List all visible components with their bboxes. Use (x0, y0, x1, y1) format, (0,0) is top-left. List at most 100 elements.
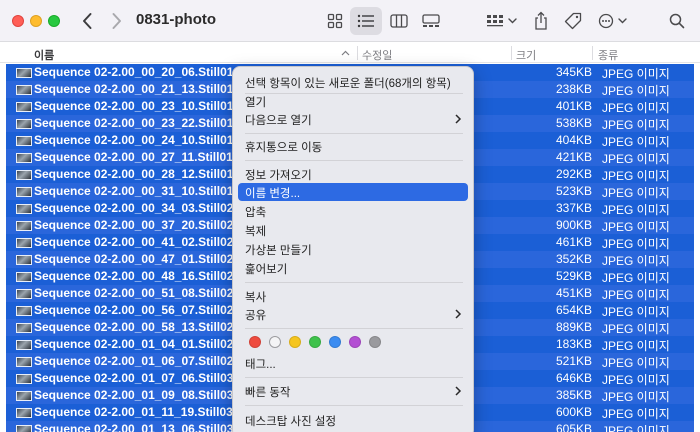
menu-item-set-desktop-picture[interactable]: 데스크탑 사진 설정 (238, 411, 468, 429)
column-date-modified[interactable]: 수정일 (362, 47, 392, 63)
file-name: Sequence 02-2.00_01_11_19.Still032.jpg (34, 405, 234, 419)
file-size: 654KB (555, 303, 592, 317)
file-kind: JPEG 이미지 (602, 152, 670, 166)
tag-icon (564, 12, 582, 30)
column-view-icon (390, 14, 408, 28)
file-kind: JPEG 이미지 (602, 135, 670, 149)
file-size: 523KB (555, 184, 592, 198)
menu-item-duplicate[interactable]: 복제 (238, 221, 468, 239)
file-kind: JPEG 이미지 (602, 390, 670, 404)
image-thumbnail-icon (16, 85, 32, 95)
gallery-view-icon (422, 14, 440, 27)
file-name: Sequence 02-2.00_00_23_22.Still015.jpg (34, 116, 234, 130)
file-kind: JPEG 이미지 (602, 67, 670, 81)
gallery-view-button[interactable] (416, 7, 446, 35)
file-name: Sequence 02-2.00_00_21_13.Still013.jpg (34, 82, 234, 96)
column-size[interactable]: 크기 (516, 47, 536, 63)
share-button[interactable] (528, 7, 554, 35)
back-chevron-icon (83, 13, 92, 29)
file-name: Sequence 02-2.00_01_07_06.Still030.jpg (34, 371, 234, 385)
image-thumbnail-icon (16, 289, 32, 299)
file-kind: JPEG 이미지 (602, 424, 670, 432)
minimize-window-button[interactable] (30, 15, 42, 27)
file-size: 889KB (555, 320, 592, 334)
image-thumbnail-icon (16, 425, 32, 432)
file-kind: JPEG 이미지 (602, 118, 670, 132)
file-size: 337KB (555, 201, 592, 215)
menu-item-copy[interactable]: 복사 (238, 287, 468, 305)
group-by-button[interactable] (484, 7, 520, 35)
zoom-window-button[interactable] (48, 15, 60, 27)
file-name: Sequence 02-2.00_01_13_06.Still033.jpg (34, 422, 234, 432)
tag-color-dot[interactable] (329, 336, 341, 348)
file-name: Sequence 02-2.00_00_28_12.Still018.jpg (34, 167, 234, 181)
file-kind: JPEG 이미지 (602, 339, 670, 353)
column-view-button[interactable] (384, 7, 414, 35)
menu-item-make-alias[interactable]: 가상본 만들기 (238, 240, 468, 258)
back-button[interactable] (76, 9, 100, 33)
menu-item-new-folder-with-selection[interactable]: 선택 항목이 있는 새로운 폴더(68개의 항목) (238, 73, 468, 91)
tag-color-dot[interactable] (289, 336, 301, 348)
menu-item-get-info[interactable]: 정보 가져오기 (238, 165, 468, 183)
sort-ascending-icon (341, 50, 350, 56)
tag-color-dot[interactable] (349, 336, 361, 348)
menu-item-open[interactable]: 열기 (238, 92, 468, 110)
image-thumbnail-icon (16, 102, 32, 112)
more-actions-button[interactable] (596, 7, 632, 35)
menu-item-quick-look[interactable]: 훑어보기 (238, 259, 468, 277)
file-kind: JPEG 이미지 (602, 169, 670, 183)
menu-item-compress[interactable]: 압축 (238, 202, 468, 220)
file-size: 238KB (555, 82, 592, 96)
file-name: Sequence 02-2.00_00_51_08.Still025.jpg (34, 286, 234, 300)
file-kind: JPEG 이미지 (602, 356, 670, 370)
icon-view-button[interactable] (320, 7, 350, 35)
tag-button[interactable] (560, 7, 586, 35)
menu-item-move-to-trash[interactable]: 휴지통으로 이동 (238, 137, 468, 155)
tag-color-dot[interactable] (269, 336, 281, 348)
column-name[interactable]: 이름 (34, 47, 54, 63)
menu-item-open-with[interactable]: 다음으로 열기 (238, 110, 468, 128)
window-title: 0831-photo (136, 11, 217, 28)
tag-color-dot[interactable] (309, 336, 321, 348)
list-view-icon (357, 14, 374, 28)
submenu-chevron-icon (455, 114, 462, 124)
image-thumbnail-icon (16, 357, 32, 367)
forward-button[interactable] (104, 9, 128, 33)
file-name: Sequence 02-2.00_01_06_07.Still029.jpg (34, 354, 234, 368)
file-size: 385KB (555, 388, 592, 402)
context-menu: 선택 항목이 있는 새로운 폴더(68개의 항목) 열기 다음으로 열기 휴지통… (232, 66, 474, 432)
column-divider[interactable] (511, 46, 512, 60)
menu-item-quick-actions[interactable]: 빠른 동작 (238, 382, 468, 400)
image-thumbnail-icon (16, 238, 32, 248)
file-size: 900KB (555, 218, 592, 232)
menu-item-share[interactable]: 공유 (238, 305, 468, 323)
image-thumbnail-icon (16, 170, 32, 180)
file-size: 401KB (555, 99, 592, 113)
file-size: 600KB (555, 405, 592, 419)
file-name: Sequence 02-2.00_00_20_06.Still012.jpg (34, 65, 234, 79)
menu-item-tags[interactable]: 태그... (238, 354, 468, 372)
close-window-button[interactable] (12, 15, 24, 27)
tag-color-dot[interactable] (369, 336, 381, 348)
share-icon (535, 11, 547, 30)
file-kind: JPEG 이미지 (602, 186, 670, 200)
file-size: 404KB (555, 133, 592, 147)
file-kind: JPEG 이미지 (602, 373, 670, 387)
column-divider[interactable] (357, 46, 358, 60)
list-view-button[interactable] (350, 7, 382, 35)
image-thumbnail-icon (16, 153, 32, 163)
column-divider[interactable] (592, 46, 593, 60)
column-kind[interactable]: 종류 (598, 47, 618, 63)
file-size: 646KB (555, 371, 592, 385)
file-size: 421KB (555, 150, 592, 164)
menu-item-rename[interactable]: 이름 변경... (238, 183, 468, 201)
menu-separator (245, 133, 463, 134)
file-size: 605KB (555, 422, 592, 432)
file-kind: JPEG 이미지 (602, 101, 670, 115)
search-button[interactable] (664, 7, 690, 35)
file-name: Sequence 02-2.00_00_56_07.Still026.jpg (34, 303, 234, 317)
image-thumbnail-icon (16, 68, 32, 78)
file-kind: JPEG 이미지 (602, 407, 670, 421)
tag-color-dot[interactable] (249, 336, 261, 348)
image-thumbnail-icon (16, 136, 32, 146)
